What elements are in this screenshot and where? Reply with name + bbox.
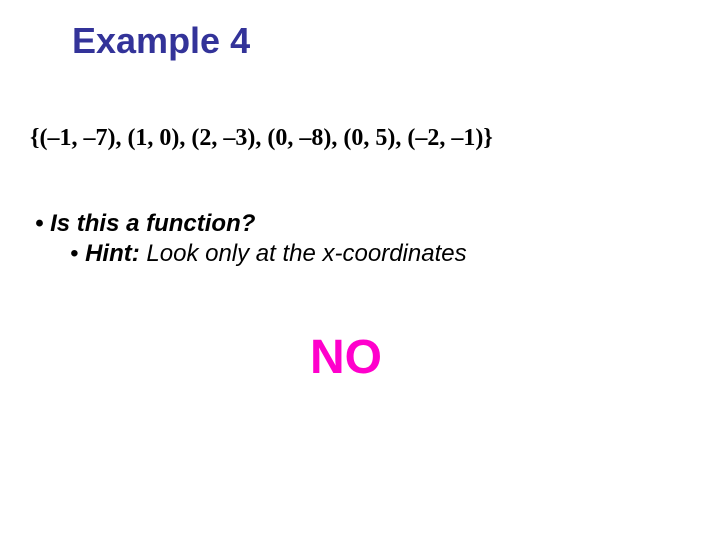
set-expression: {(–1, –7), (1, 0), (2, –3), (0, –8), (0,… [30, 125, 493, 152]
answer-text: NO [310, 330, 382, 385]
question-text: Is this a function? [35, 210, 255, 238]
slide: Example 4 {(–1, –7), (1, 0), (2, –3), (0… [0, 0, 720, 540]
slide-title: Example 4 [72, 20, 250, 62]
hint-text: Look only at the x-coordinates [140, 240, 467, 267]
hint-line: Hint: Look only at the x-coordinates [70, 240, 467, 268]
hint-label: Hint: [85, 240, 140, 267]
